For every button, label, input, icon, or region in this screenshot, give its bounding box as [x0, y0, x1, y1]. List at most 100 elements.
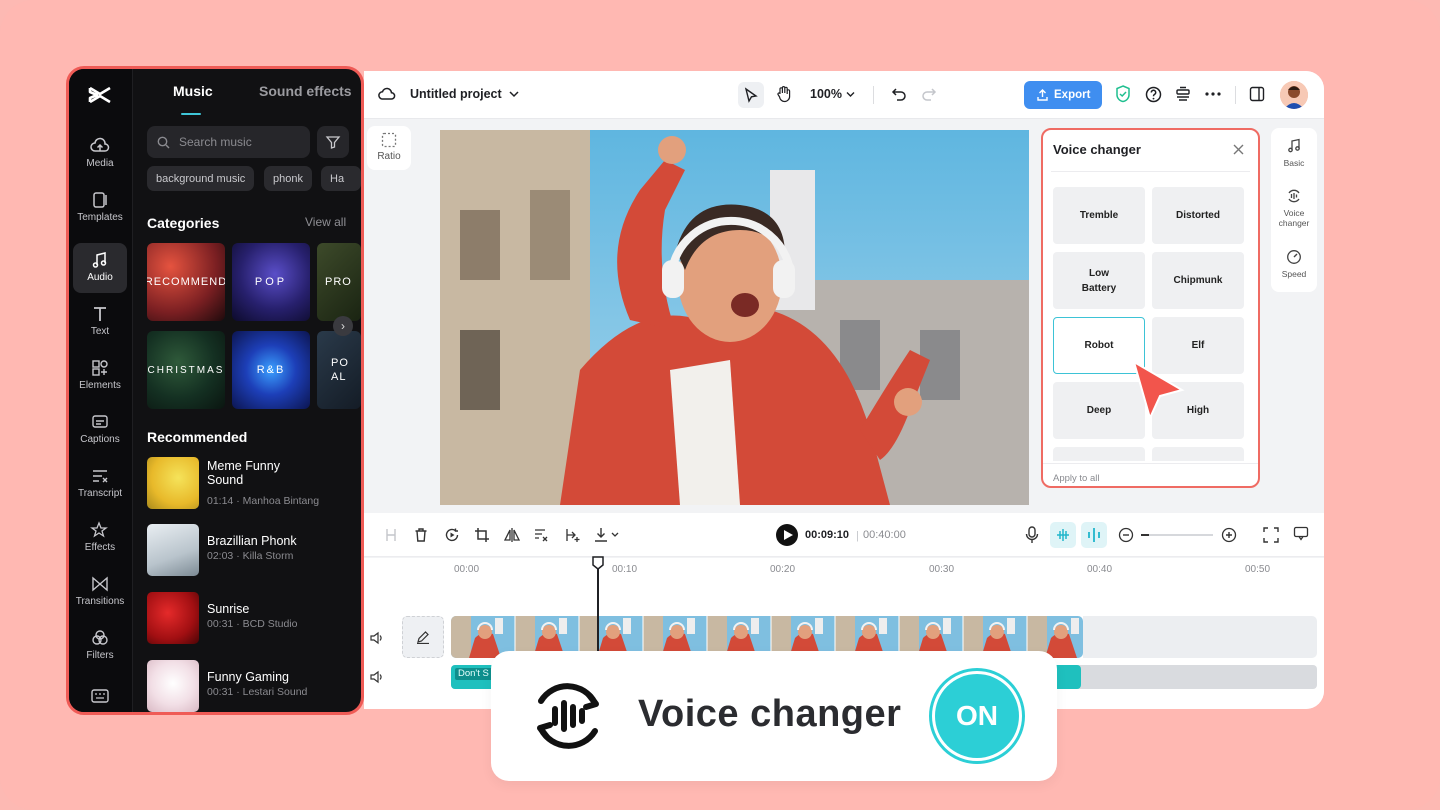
category-tile[interactable]: PRO [317, 243, 361, 321]
layout-icon[interactable] [1249, 86, 1265, 102]
fit-screen-icon[interactable] [1263, 527, 1279, 543]
voice-option-low-battery[interactable]: Low Battery [1053, 252, 1145, 309]
ratio-button[interactable]: Ratio [367, 126, 411, 170]
microphone-icon[interactable] [1025, 526, 1039, 544]
speed-icon [1287, 250, 1301, 264]
list-item[interactable]: Brazillian Phonk 02:03 · Killa Storm [147, 524, 357, 578]
shield-check-icon[interactable] [1115, 85, 1131, 103]
download-dropdown-icon[interactable] [594, 527, 620, 543]
link-toggle[interactable] [1081, 522, 1107, 548]
voice-changer-badge: Voice changer ON [491, 651, 1057, 781]
tab-music[interactable]: Music [173, 83, 213, 99]
search-input[interactable]: Search music [147, 126, 310, 158]
avatar[interactable] [1280, 81, 1308, 109]
tab-sound-effects[interactable]: Sound effects [259, 83, 352, 99]
captions-icon [92, 415, 108, 428]
rail-tab-speed[interactable]: Speed [1271, 249, 1317, 279]
zoom-level[interactable]: 100% [810, 87, 842, 101]
ruler-tick: 00:40 [1087, 564, 1113, 575]
filters-icon [92, 630, 108, 645]
on-toggle-button[interactable]: ON [935, 674, 1019, 758]
rail-item-audio[interactable]: Audio [73, 243, 127, 293]
chevron-down-icon[interactable] [846, 91, 855, 98]
rail-label: Effects [84, 542, 116, 553]
timeline-ruler[interactable]: 00:00 00:10 00:20 00:30 00:40 00:50 [364, 558, 1324, 580]
category-tile[interactable]: PO AL [317, 331, 361, 409]
cover-button[interactable] [402, 616, 444, 658]
cursor-icon [744, 87, 758, 103]
rail-item-elements[interactable]: Elements [73, 351, 127, 401]
voice-option-partial[interactable] [1152, 447, 1244, 461]
rail-tab-voice-changer[interactable]: Voice changer [1271, 188, 1317, 228]
help-icon[interactable] [1145, 86, 1162, 103]
category-next-button[interactable]: › [333, 316, 353, 336]
export-button[interactable]: Export [1024, 81, 1102, 109]
list-item[interactable]: Sunrise 00:31 · BCD Studio [147, 592, 357, 646]
hand-tool-icon[interactable] [775, 85, 793, 103]
apply-to-all-link[interactable]: Apply to all [1053, 473, 1099, 484]
audio-clip-label: Don't S [455, 668, 493, 680]
view-all-link[interactable]: View all [305, 215, 346, 229]
play-button[interactable] [776, 524, 798, 546]
keyboard-icon[interactable] [91, 689, 109, 703]
search-chip[interactable]: phonk [264, 166, 312, 191]
undo-icon[interactable] [891, 86, 907, 102]
search-chip[interactable]: background music [147, 166, 255, 191]
speaker-icon[interactable] [370, 670, 384, 684]
trim-icon[interactable] [564, 527, 580, 543]
speaker-icon[interactable] [370, 631, 384, 645]
stack-icon[interactable] [1175, 86, 1191, 102]
cloud-icon[interactable] [378, 86, 396, 102]
redo-icon[interactable] [921, 86, 937, 102]
project-title[interactable]: Untitled project [410, 87, 502, 101]
voice-option-partial[interactable] [1053, 447, 1145, 461]
filter-button[interactable] [317, 126, 349, 158]
rail-item-filters[interactable]: Filters [73, 621, 127, 671]
rail-item-text[interactable]: Text [73, 297, 127, 347]
replay-icon[interactable] [444, 527, 460, 543]
split-icon[interactable] [384, 527, 398, 543]
rail-item-captions[interactable]: Captions [73, 405, 127, 455]
properties-rail: Basic Voice changer Speed [1271, 128, 1317, 292]
rail-item-effects[interactable]: Effects [73, 513, 127, 563]
voice-option-distorted[interactable]: Distorted [1152, 187, 1244, 244]
filter-icon [325, 136, 341, 149]
rail-tab-basic[interactable]: Basic [1271, 138, 1317, 168]
rail-label: Transcript [77, 488, 123, 499]
rail-label: Audio [87, 272, 113, 283]
category-tile[interactable]: CHRISTMAS [147, 331, 225, 409]
track-title: Brazillian Phonk [207, 534, 297, 548]
comment-icon[interactable] [1293, 526, 1309, 543]
zoom-out-icon[interactable] [1118, 527, 1134, 543]
rail-item-templates[interactable]: Templates [73, 183, 127, 233]
chevron-down-icon[interactable] [509, 90, 519, 98]
rail-item-transcript[interactable]: Transcript [73, 459, 127, 509]
select-tool-button[interactable] [738, 82, 764, 108]
category-tile[interactable]: RECOMMEND [147, 243, 225, 321]
voice-option-chipmunk[interactable]: Chipmunk [1152, 252, 1244, 309]
category-tile[interactable]: R&B [232, 331, 310, 409]
voice-option-tremble[interactable]: Tremble [1053, 187, 1145, 244]
transcript-edit-icon[interactable] [534, 527, 550, 543]
more-icon[interactable] [1205, 92, 1221, 96]
playhead-handle-icon[interactable] [592, 556, 604, 570]
voice-changer-panel: Voice changer Tremble Distorted Low Batt… [1041, 128, 1260, 488]
zoom-in-icon[interactable] [1221, 527, 1237, 543]
search-chip[interactable]: Ha [321, 166, 361, 191]
auto-snap-toggle[interactable] [1050, 522, 1076, 548]
close-icon[interactable] [1233, 144, 1244, 155]
track-title: Sunrise [207, 602, 250, 616]
delete-icon[interactable] [414, 527, 428, 543]
category-tile[interactable]: POP [232, 243, 310, 321]
list-item[interactable]: Funny Gaming 00:31 · Lestari Sound [147, 660, 357, 712]
zoom-slider[interactable] [1141, 534, 1213, 536]
rail-item-media[interactable]: Media [73, 129, 127, 179]
video-preview[interactable] [440, 130, 1029, 505]
empty-track-area [1083, 616, 1317, 658]
list-item[interactable]: Meme Funny Sound 01:14 · Manhoa Bintang [147, 457, 357, 511]
capcut-logo-icon [88, 86, 111, 104]
play-icon [784, 530, 793, 540]
crop-icon[interactable] [474, 527, 490, 543]
rail-item-transitions[interactable]: Transitions [73, 567, 127, 617]
flip-icon[interactable] [504, 527, 520, 543]
